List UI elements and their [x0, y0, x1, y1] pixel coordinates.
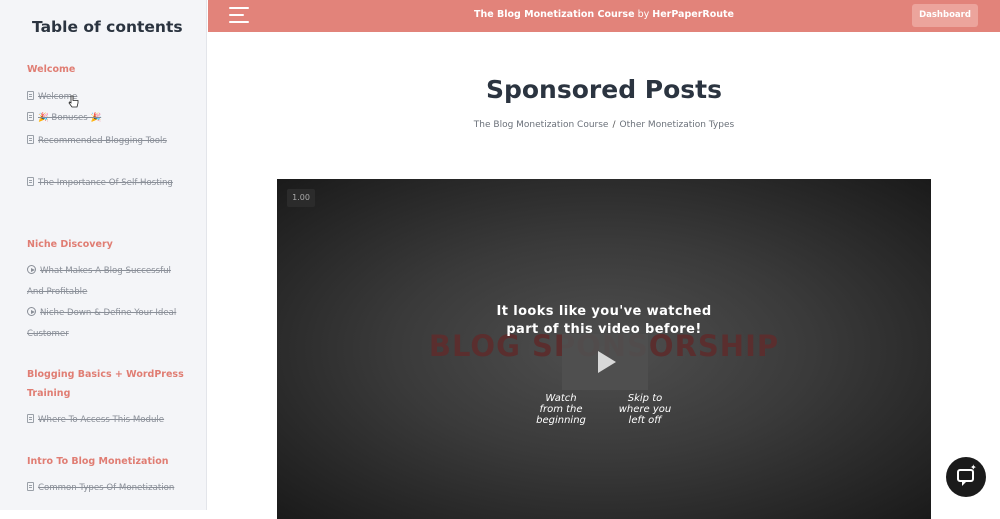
option-line: from the: [539, 404, 583, 415]
document-icon: [27, 91, 34, 100]
playback-speed[interactable]: 1.00: [287, 189, 315, 207]
lesson-common-types-of-monetization[interactable]: Common Types Of Monetization: [27, 478, 187, 499]
section-blogging-basics[interactable]: Blogging Basics + WordPress Training: [27, 365, 187, 403]
by-text: by: [637, 9, 650, 20]
lesson-niche-down[interactable]: Niche Down & Define Your Ideal Customer: [27, 303, 187, 344]
lesson-label: What Makes A Blog Successful And Profita…: [27, 266, 171, 297]
option-line: Skip to: [627, 393, 663, 404]
option-line: left off: [628, 415, 662, 426]
course-name: The Blog Monetization Course: [474, 9, 635, 20]
breadcrumb-course-link[interactable]: The Blog Monetization Course: [474, 120, 609, 130]
document-icon: [27, 414, 34, 423]
watch-from-beginning-button[interactable]: Watch from the beginning: [526, 393, 596, 426]
top-bar: The Blog Monetization Course by HerPaper…: [208, 0, 1000, 32]
lesson-label: Where To Access This Module: [38, 415, 165, 425]
breadcrumb-category-link[interactable]: Other Monetization Types: [620, 120, 735, 130]
breadcrumb: The Blog Monetization Course / Other Monet…: [208, 120, 1000, 130]
lesson-importance-of-self-hosting[interactable]: The Importance Of Self-Hosting: [27, 173, 187, 194]
document-icon: [27, 482, 34, 491]
course-title: The Blog Monetization Course by HerPaper…: [208, 9, 1000, 20]
play-circle-icon: [27, 307, 36, 316]
resume-message-line1: It looks like you've watched: [496, 304, 712, 319]
lesson-label: Common Types Of Monetization: [38, 483, 175, 493]
dashboard-button[interactable]: Dashboard: [912, 4, 978, 27]
course-author: HerPaperRoute: [652, 9, 734, 20]
section-welcome[interactable]: Welcome: [27, 60, 187, 79]
lesson-where-to-access-module[interactable]: Where To Access This Module: [27, 410, 187, 431]
resume-message: It looks like you've watched part of thi…: [277, 303, 931, 339]
lesson-label: Niche Down & Define Your Ideal Customer: [27, 308, 177, 339]
section-niche-discovery[interactable]: Niche Discovery: [27, 235, 187, 254]
table-of-contents-sidebar: Table of contents Welcome Welcome 🎉 Bonu…: [0, 0, 207, 510]
resume-message-line2: part of this video before!: [506, 322, 702, 337]
option-line: beginning: [536, 415, 586, 426]
lesson-welcome[interactable]: Welcome: [27, 87, 187, 108]
play-button[interactable]: [562, 334, 648, 390]
lesson-label: The Importance Of Self-Hosting: [38, 178, 173, 188]
option-line: where you: [618, 404, 672, 415]
lesson-label: 🎉 Bonuses 🎉: [38, 113, 102, 123]
lesson-what-makes-a-blog-successful[interactable]: What Makes A Blog Successful And Profita…: [27, 261, 187, 302]
hand-pointer-cursor-icon: [68, 95, 79, 108]
lesson-bonuses[interactable]: 🎉 Bonuses 🎉: [27, 108, 187, 129]
chat-widget-button[interactable]: ✦: [946, 457, 986, 497]
section-intro-to-blog-monetization[interactable]: Intro To Blog Monetization: [27, 452, 187, 471]
sparkle-icon: ✦: [970, 463, 977, 472]
lesson-recommended-blogging-tools[interactable]: Recommended Blogging Tools: [27, 131, 187, 152]
document-icon: [27, 135, 34, 144]
breadcrumb-separator: /: [612, 120, 616, 130]
skip-to-where-left-off-button[interactable]: Skip to where you left off: [610, 393, 680, 426]
document-icon: [27, 177, 34, 186]
page-title: Sponsored Posts: [485, 75, 723, 104]
toc-title: Table of contents: [32, 18, 183, 36]
document-icon: [27, 112, 34, 121]
lesson-label: Recommended Blogging Tools: [38, 136, 167, 146]
video-player[interactable]: 1.00 BLOG SPONSORSHIP It looks like you'…: [277, 179, 931, 519]
option-line: Watch: [545, 393, 577, 404]
play-circle-icon: [27, 265, 36, 274]
